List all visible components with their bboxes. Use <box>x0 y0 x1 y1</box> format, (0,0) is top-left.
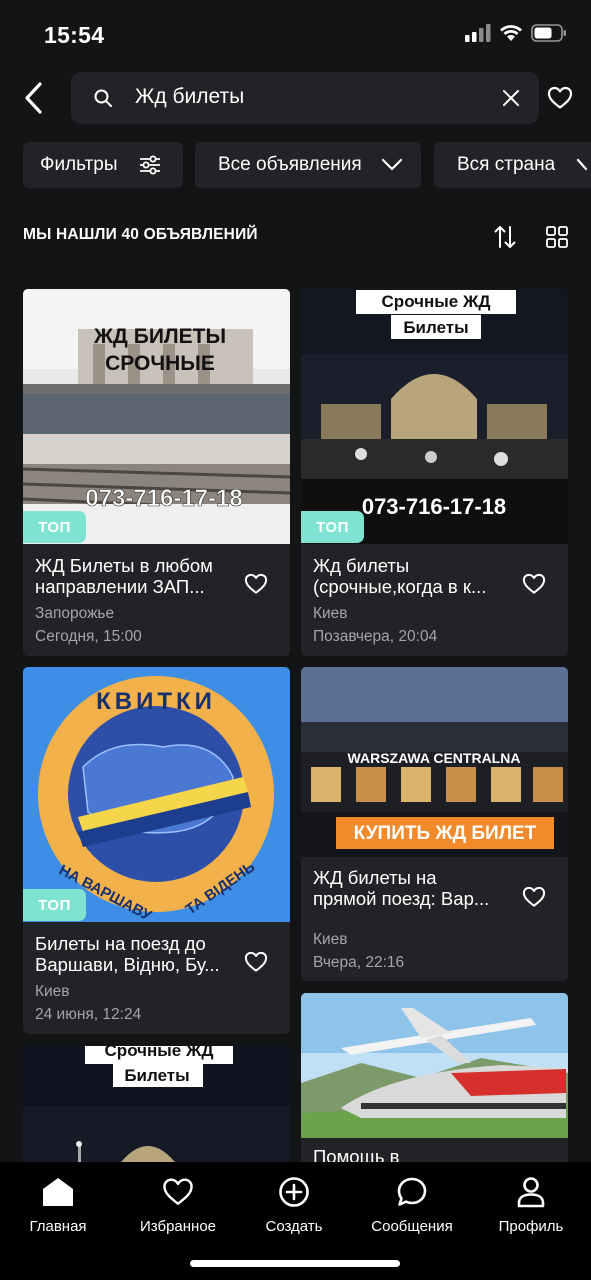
listing-card[interactable]: Срочные ЖД Билеты <box>23 1046 290 1166</box>
nav-messages[interactable]: Сообщения <box>357 1172 467 1235</box>
nav-profile[interactable]: Профиль <box>476 1172 586 1235</box>
plus-circle-icon <box>279 1177 309 1207</box>
listing-city: Киев <box>313 931 348 948</box>
image-text: WARSZAWA CENTRALNA <box>348 750 521 766</box>
sort-icon[interactable] <box>494 224 516 250</box>
nav-messages-label: Сообщения <box>371 1218 453 1235</box>
cellular-signal-icon <box>465 24 491 42</box>
ads-type-dropdown[interactable]: Все объявления <box>195 142 421 188</box>
image-text: КВИТКИ <box>96 688 216 715</box>
listing-title-line: ЖД билеты на <box>313 867 437 888</box>
listing-title: ЖД билеты на прямой поезд: Вар... <box>313 867 513 909</box>
heart-icon <box>163 1178 193 1205</box>
top-badge: ТОП <box>23 889 86 921</box>
listing-image: Срочные ЖД Билеты <box>23 1046 290 1166</box>
heart-icon[interactable] <box>522 886 546 908</box>
image-text: Срочные ЖД <box>382 292 491 311</box>
nav-favorites[interactable]: Избранное <box>123 1172 233 1235</box>
search-query[interactable]: Жд билеты <box>135 85 244 109</box>
chevron-down-icon <box>576 158 588 171</box>
listing-date: Позавчера, 20:04 <box>313 628 438 645</box>
filter-chips: Фильтры Все объявления Вся страна <box>0 142 591 190</box>
heart-icon[interactable] <box>522 573 546 595</box>
image-text: 073-716-17-18 <box>85 485 242 512</box>
image-text: Срочные ЖД <box>105 1046 214 1060</box>
clear-icon[interactable] <box>501 88 521 108</box>
nav-create[interactable]: Создать <box>239 1172 349 1235</box>
listing-card[interactable]: Срочные ЖД Билеты 073-716-17-18 ТОП Жд б… <box>301 289 568 656</box>
user-icon <box>517 1177 545 1208</box>
listing-city: Киев <box>313 605 348 622</box>
heart-icon[interactable] <box>244 951 268 973</box>
status-bar: 15:54 <box>0 0 591 64</box>
listing-title-line: направлении ЗАП... <box>35 576 205 597</box>
results-header: МЫ НАШЛИ 40 ОБЪЯВЛЕНИЙ <box>0 222 591 252</box>
listing-card[interactable]: ЖД БИЛЕТЫ СРОЧНЫЕ 073-716-17-18 ТОП ЖД Б… <box>23 289 290 656</box>
image-text: КУПИТЬ ЖД БИЛЕТ <box>354 823 537 844</box>
listing-city: Запорожье <box>35 605 115 622</box>
home-indicator <box>190 1260 400 1267</box>
listing-image: ЖД БИЛЕТЫ СРОЧНЫЕ 073-716-17-18 <box>23 289 290 544</box>
home-icon <box>43 1178 73 1206</box>
search-input[interactable]: Жд билеты <box>71 72 539 124</box>
nav-home[interactable]: Главная <box>3 1172 113 1235</box>
image-text: 073-716-17-18 <box>362 494 506 519</box>
listing-image: КВИТКИ НА ВАРШАВУ ТА ВІДЕНЬ <box>23 667 290 922</box>
listing-title-line: Варшави, Відню, Бу... <box>35 954 220 975</box>
top-badge: ТОП <box>301 511 364 543</box>
nav-home-label: Главная <box>29 1218 87 1235</box>
nav-create-label: Создать <box>265 1218 323 1235</box>
search-icon <box>94 89 112 107</box>
listing-city: Киев <box>35 983 70 1000</box>
top-badge: ТОП <box>23 511 86 543</box>
nav-favorites-label: Избранное <box>139 1218 217 1235</box>
chat-bubble-icon <box>397 1177 427 1206</box>
chevron-left-icon <box>25 82 42 114</box>
listing-date: Вчера, 22:16 <box>313 954 405 971</box>
grid-view-icon[interactable] <box>546 226 568 248</box>
region-dropdown[interactable]: Вся страна <box>434 142 591 188</box>
listing-title: Билеты на поезд до Варшави, Відню, Бу... <box>35 933 235 975</box>
listing-title-line: Жд билеты <box>313 555 410 576</box>
listing-card[interactable]: WARSZAWA CENTRALNA КУПИТЬ ЖД БИЛЕТ ЖД би… <box>301 667 568 981</box>
listing-card[interactable]: КВИТКИ НА ВАРШАВУ ТА ВІДЕНЬ ТОП Билеты н… <box>23 667 290 1034</box>
image-text: ЖД БИЛЕТЫ <box>93 325 226 348</box>
status-time: 15:54 <box>44 22 105 48</box>
image-text: Билеты <box>403 318 468 337</box>
wifi-icon <box>500 25 522 41</box>
listing-title-line: (срочные,когда в к... <box>313 576 487 597</box>
battery-icon <box>531 24 566 42</box>
listing-image: WARSZAWA CENTRALNA КУПИТЬ ЖД БИЛЕТ <box>301 667 568 857</box>
region-label: Вся страна <box>457 154 556 175</box>
listing-title: Жд билеты (срочные,когда в к... <box>313 555 513 597</box>
search-row: Жд билеты <box>0 72 591 124</box>
listing-date: Сегодня, 15:00 <box>35 628 142 645</box>
listing-image: Срочные ЖД Билеты 073-716-17-18 <box>301 289 568 544</box>
filters-button[interactable]: Фильтры <box>23 142 183 188</box>
listing-title-line: Билеты на поезд до <box>35 933 206 954</box>
listing-title: ЖД Билеты в любом направлении ЗАП... <box>35 555 235 597</box>
listing-title-line: прямой поезд: Вар... <box>313 888 490 909</box>
heart-icon[interactable] <box>244 573 268 595</box>
image-text: СРОЧНЫЕ <box>105 352 215 375</box>
filters-label: Фильтры <box>40 154 118 175</box>
image-text: Билеты <box>124 1066 189 1085</box>
results-count: МЫ НАШЛИ 40 ОБЪЯВЛЕНИЙ <box>23 226 258 243</box>
favorite-search-heart-icon[interactable] <box>547 86 573 110</box>
chevron-down-icon <box>381 158 403 171</box>
listing-image <box>301 993 568 1138</box>
sliders-icon <box>140 155 160 175</box>
listing-title-line: ЖД Билеты в любом <box>35 555 213 576</box>
status-icons <box>465 24 567 42</box>
listing-card[interactable]: Помощь в <box>301 993 568 1166</box>
ads-type-label: Все объявления <box>218 154 362 175</box>
listing-date: 24 июня, 12:24 <box>35 1006 142 1023</box>
nav-profile-label: Профиль <box>498 1218 564 1235</box>
back-button[interactable] <box>20 80 50 116</box>
